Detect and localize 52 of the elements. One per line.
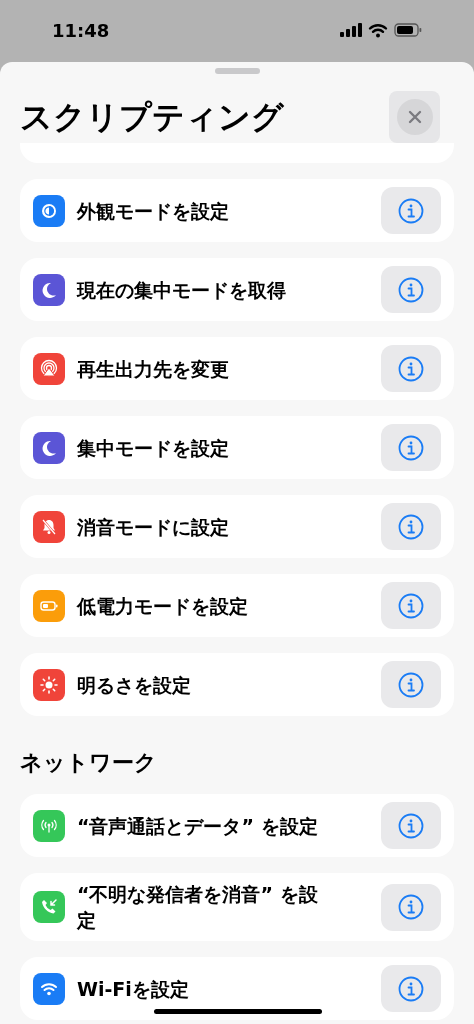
info-button[interactable] [381, 661, 441, 708]
close-icon [396, 99, 433, 135]
action-label: 再生出力先を変更 [77, 356, 230, 382]
sun-icon [39, 674, 59, 695]
info-button[interactable] [381, 503, 441, 550]
action-label: 消音モードに設定 [77, 514, 230, 540]
broadcast-icon [39, 358, 59, 379]
battery-icon [394, 23, 422, 37]
info-icon [398, 513, 424, 540]
action-row[interactable]: 消音モードに設定 [20, 495, 454, 558]
action-row[interactable]: 集中モードを設定 [20, 416, 454, 479]
action-row[interactable]: Wi-Fiを設定 [20, 957, 454, 1020]
action-label: 外観モードを設定 [77, 198, 230, 224]
sheet-title: スクリプティング [20, 97, 284, 138]
section-header: ネットワーク [19, 749, 158, 777]
info-button[interactable] [381, 424, 441, 471]
action-label: “音声通話とデータ” を設定 [77, 813, 319, 839]
info-button[interactable] [381, 345, 441, 392]
info-icon [398, 197, 424, 224]
close-button[interactable] [389, 91, 440, 143]
wifi-icon [368, 22, 388, 38]
action-row[interactable]: 明るさを設定 [20, 653, 454, 716]
action-label: 明るさを設定 [77, 672, 192, 698]
sheet-handle[interactable] [214, 68, 260, 74]
info-icon [398, 894, 424, 920]
action-label: 集中モードを設定 [77, 435, 230, 461]
info-icon [398, 276, 424, 303]
action-row[interactable]: 外観モードを設定 [20, 179, 454, 242]
info-button[interactable] [381, 802, 441, 849]
status-time: 11:48 [52, 18, 110, 43]
info-icon [398, 592, 424, 619]
info-icon [398, 975, 424, 1002]
action-label: “不明な発信者を消音” を設定 [77, 882, 319, 933]
info-icon [398, 812, 424, 839]
action-label: Wi-Fiを設定 [77, 976, 190, 1002]
info-icon [398, 434, 424, 461]
info-button[interactable] [381, 187, 441, 234]
info-button[interactable] [381, 965, 441, 1012]
info-icon [398, 355, 424, 382]
phone-icon [39, 897, 59, 917]
info-button[interactable] [381, 582, 441, 629]
action-row[interactable]: “不明な発信者を消音” を設定 [20, 873, 454, 941]
action-label: 低電力モードを設定 [77, 593, 249, 619]
action-label: 現在の集中モードを取得 [77, 277, 287, 303]
action-row[interactable]: “音声通話とデータ” を設定 [20, 794, 454, 857]
info-button[interactable] [381, 266, 441, 313]
action-row[interactable]: 現在の集中モードを取得 [20, 258, 454, 321]
info-icon [398, 671, 424, 698]
action-row[interactable]: 低電力モードを設定 [20, 574, 454, 637]
signal-icon [340, 23, 362, 37]
info-button[interactable] [381, 883, 441, 931]
action-row[interactable]: 再生出力先を変更 [20, 337, 454, 400]
